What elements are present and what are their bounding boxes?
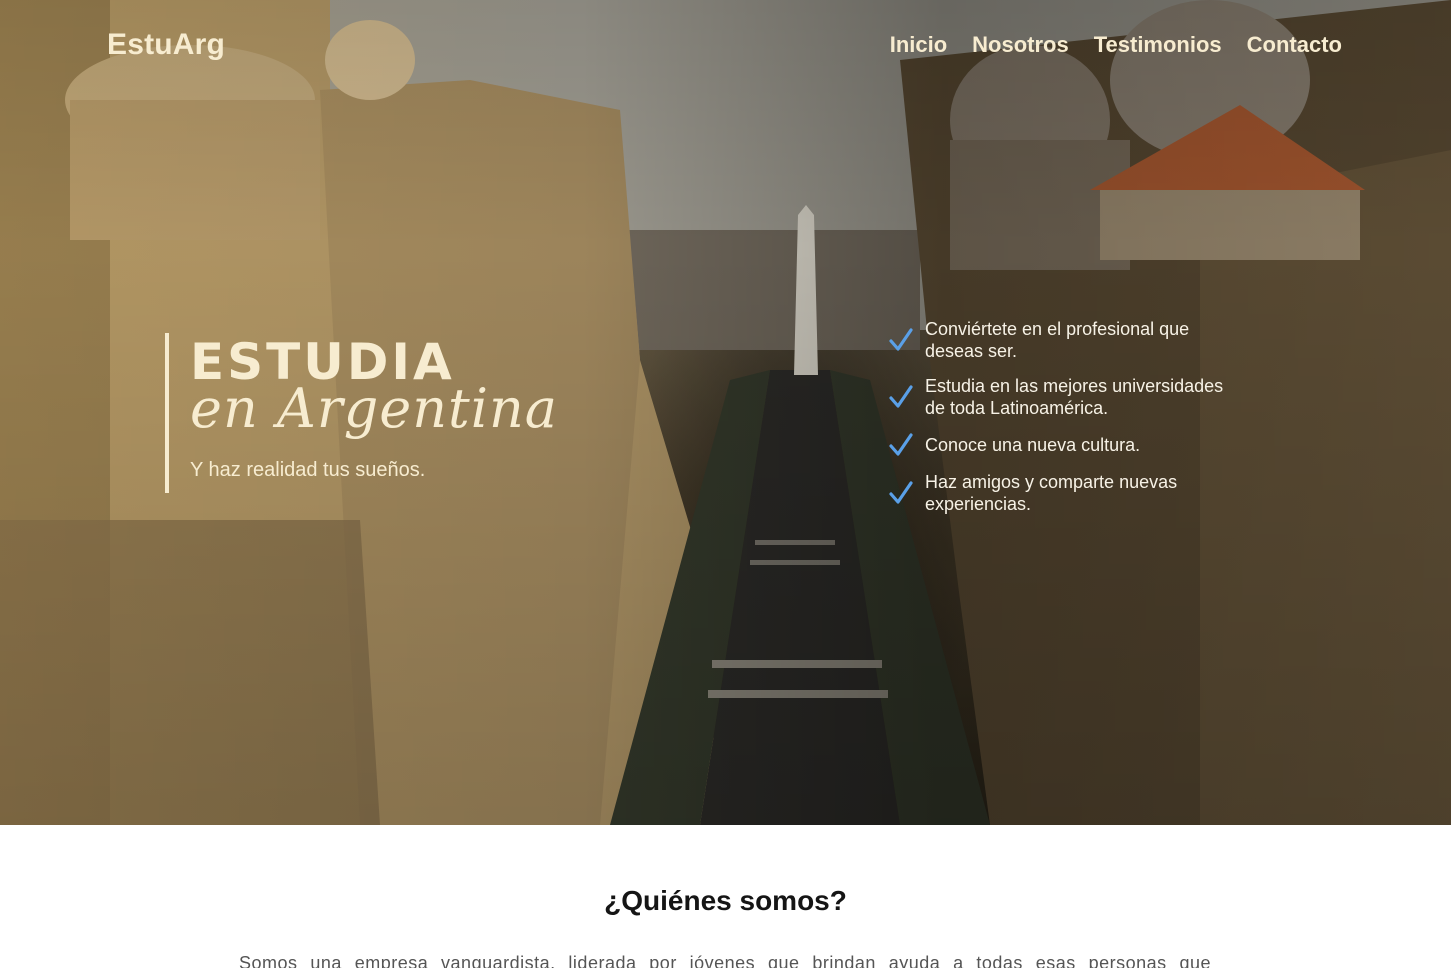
benefit-line: de toda Latinoamérica.	[925, 398, 1109, 418]
nav-link-contacto[interactable]: Contacto	[1247, 32, 1342, 58]
check-icon	[889, 385, 913, 408]
hero-title-block: ESTUDIA en Argentina Y haz realidad tus …	[165, 333, 558, 493]
benefit-item: Conviértete en el profesional que deseas…	[889, 318, 1279, 362]
check-icon	[889, 481, 913, 504]
about-heading: ¿Quiénes somos?	[604, 885, 847, 916]
benefit-line: Conoce una nueva cultura.	[925, 435, 1141, 455]
benefit-item: Estudia en las mejores universidades de …	[889, 375, 1279, 419]
hero-title-script: en Argentina	[190, 377, 558, 440]
benefit-item: Haz amigos y comparte nuevas experiencia…	[889, 471, 1279, 515]
hero-subtitle: Y haz realidad tus sueños.	[190, 459, 426, 481]
benefit-text: Estudia en las mejores universidades de …	[925, 375, 1223, 419]
about-text: Somos una empresa vanguardista, liderada…	[239, 953, 1211, 968]
hero-section: EstuArg Inicio Nosotros Testimonios Cont…	[0, 0, 1451, 825]
benefit-line: Haz amigos y comparte nuevas	[925, 472, 1178, 492]
nav-link-inicio[interactable]: Inicio	[890, 32, 947, 58]
benefit-text: Haz amigos y comparte nuevas experiencia…	[925, 471, 1177, 515]
about-section: ¿Quiénes somos? Somos una empresa vangua…	[0, 825, 1451, 968]
check-icon	[889, 328, 913, 351]
benefit-line: experiencias.	[925, 494, 1032, 514]
check-icon	[889, 433, 913, 456]
main-nav: Inicio Nosotros Testimonios Contacto	[890, 32, 1342, 58]
benefit-text: Conoce una nueva cultura.	[925, 434, 1140, 456]
benefit-line: deseas ser.	[925, 341, 1018, 361]
nav-link-nosotros[interactable]: Nosotros	[972, 32, 1069, 58]
benefit-text: Conviértete en el profesional que deseas…	[925, 318, 1189, 362]
brand-logo[interactable]: EstuArg	[107, 28, 225, 62]
benefit-line: Conviértete en el profesional que	[925, 319, 1190, 339]
benefits-list: Conviértete en el profesional que deseas…	[889, 318, 1279, 528]
benefit-item: Conoce una nueva cultura.	[889, 432, 1279, 458]
benefit-line: Estudia en las mejores universidades	[925, 376, 1224, 396]
nav-link-testimonios[interactable]: Testimonios	[1094, 32, 1222, 58]
